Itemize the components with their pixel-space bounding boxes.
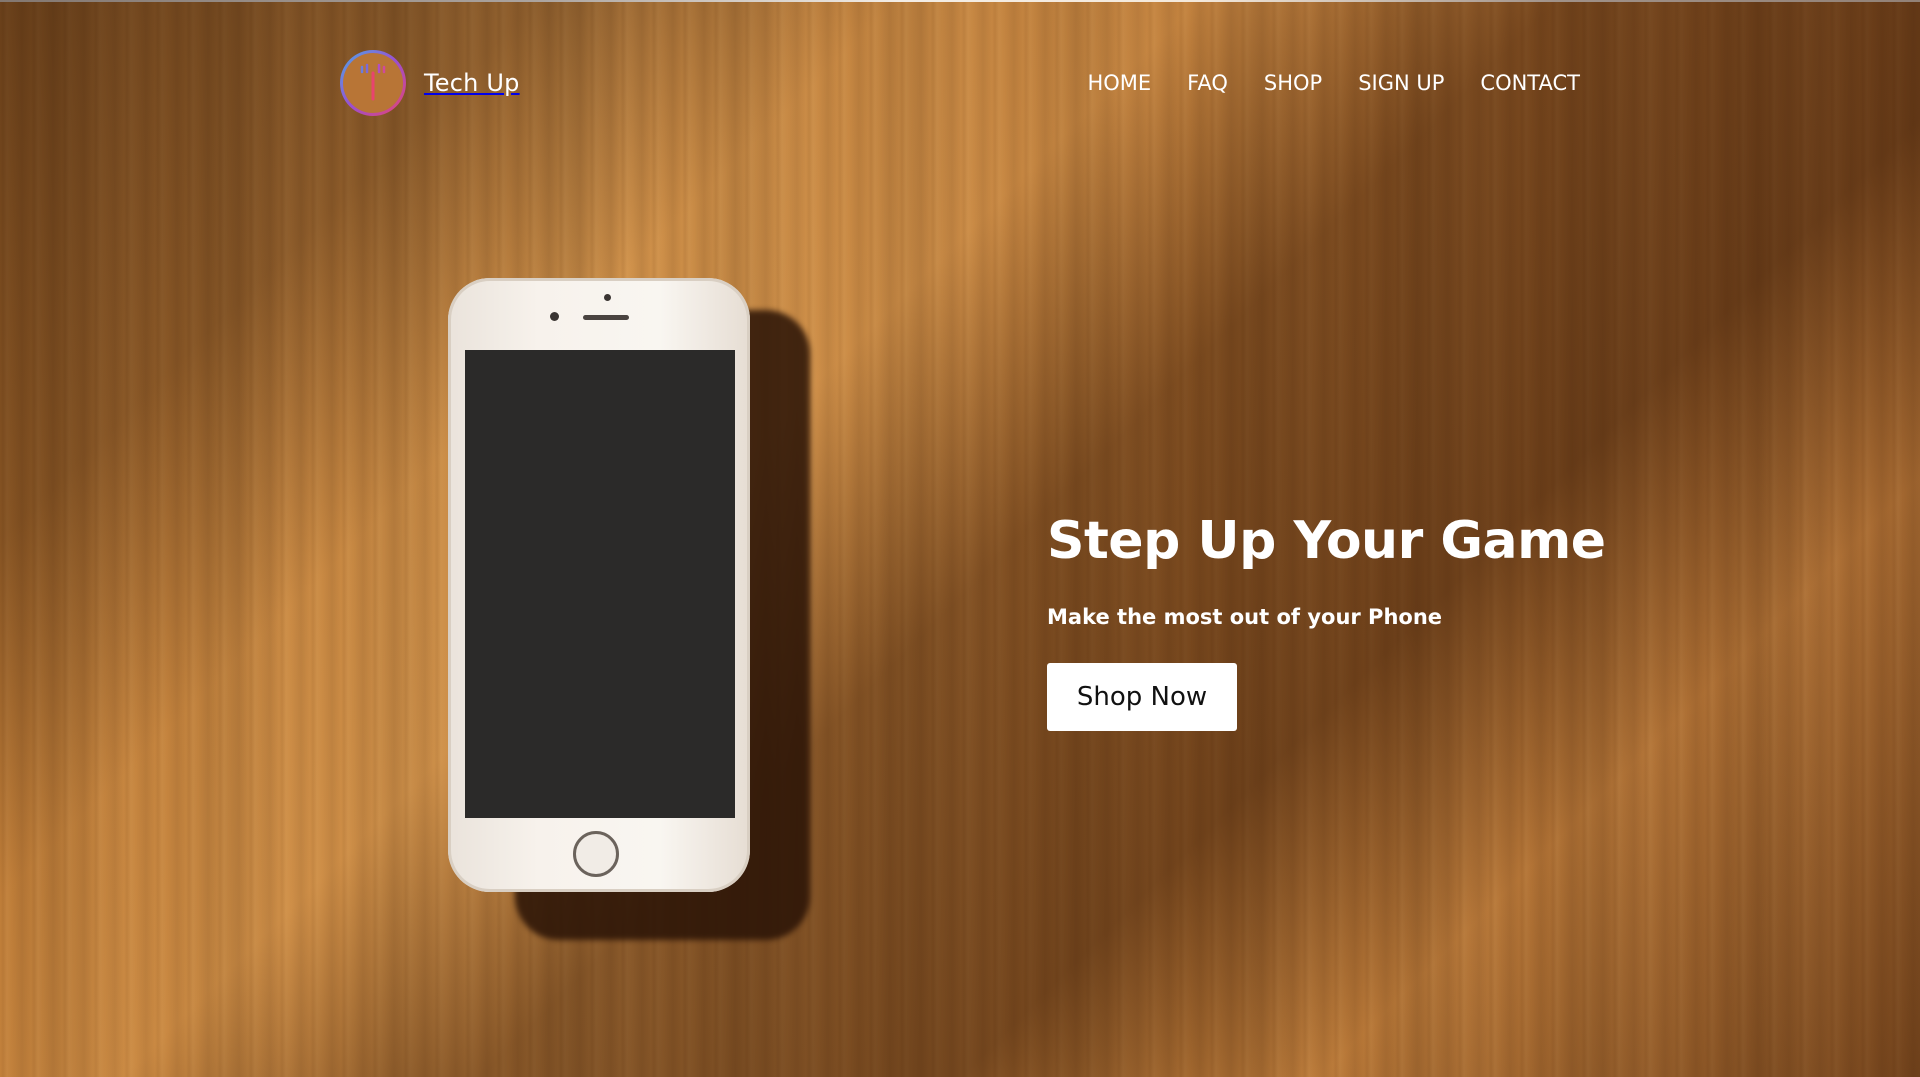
phone-camera	[604, 294, 611, 301]
nav-home[interactable]: HOME	[1087, 71, 1151, 95]
antenna-logo-icon	[340, 50, 406, 116]
smartphone-image	[448, 278, 750, 892]
phone-sensor	[550, 312, 559, 321]
hero-copy: Step Up Your Game Make the most out of y…	[1047, 505, 1647, 731]
phone-earpiece	[583, 315, 629, 320]
main-nav: HOME FAQ SHOP SIGN UP CONTACT	[1051, 46, 1580, 120]
hero-section: Tech Up HOME FAQ SHOP SIGN UP CONTACT St…	[0, 0, 1920, 1077]
nav-contact[interactable]: CONTACT	[1480, 71, 1580, 95]
shop-now-button[interactable]: Shop Now	[1047, 663, 1237, 731]
nav-shop[interactable]: SHOP	[1264, 71, 1322, 95]
site-header: Tech Up HOME FAQ SHOP SIGN UP CONTACT	[340, 46, 1580, 120]
nav-faq[interactable]: FAQ	[1187, 71, 1228, 95]
nav-sign-up[interactable]: SIGN UP	[1358, 71, 1444, 95]
hero-title: Step Up Your Game	[1047, 511, 1606, 571]
brand-name: Tech Up	[424, 69, 520, 97]
phone-screen	[465, 350, 735, 818]
top-border	[0, 0, 1920, 2]
hero-subtitle: Make the most out of your Phone	[1047, 605, 1443, 629]
brand-logo-link[interactable]: Tech Up	[340, 46, 520, 120]
phone-home-button	[573, 831, 619, 877]
